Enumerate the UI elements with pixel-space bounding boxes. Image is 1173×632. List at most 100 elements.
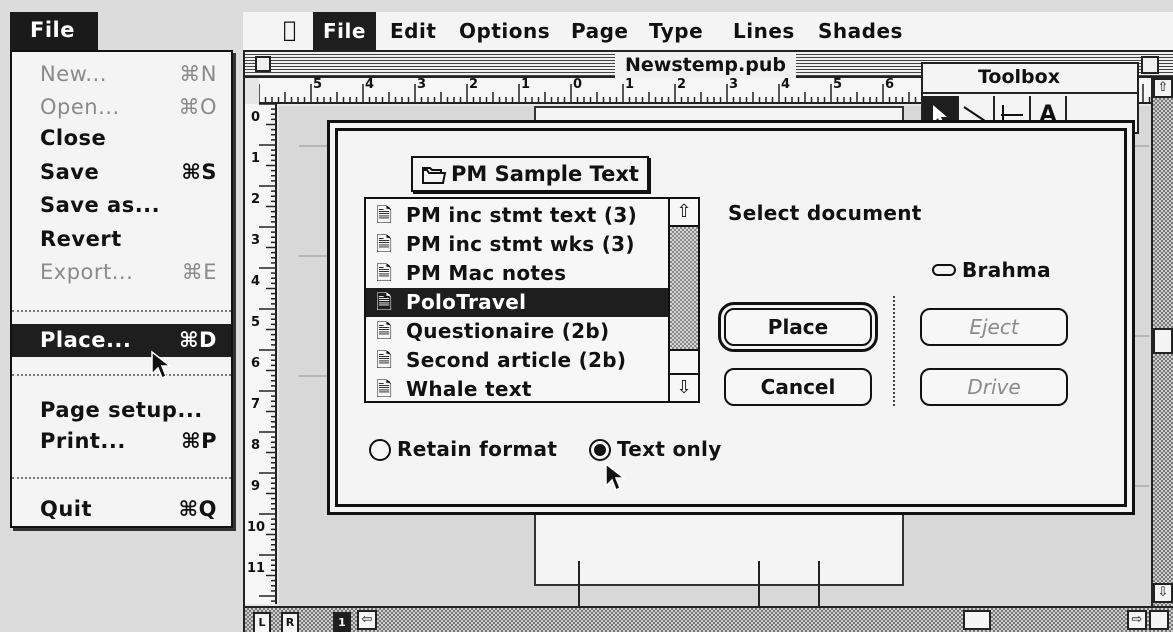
- file-list-item[interactable]: 🗎 Whale text: [366, 375, 672, 401]
- text-only-label[interactable]: Text only: [617, 437, 722, 461]
- menubar-item-lines[interactable]: Lines: [723, 12, 805, 50]
- ruler-label: 5: [251, 315, 261, 330]
- eject-button[interactable]: Eject: [920, 308, 1068, 346]
- scroll-up-arrow-icon[interactable]: ⇧: [1153, 78, 1173, 98]
- ruler-label: 3: [729, 77, 739, 92]
- apple-icon[interactable]: : [273, 12, 307, 50]
- arrow-cursor-icon: [150, 350, 173, 385]
- menubar-item-page[interactable]: Page: [561, 12, 639, 50]
- arrow-cursor-icon: [604, 462, 627, 497]
- menu-item-place[interactable]: Place... ⌘D: [12, 324, 231, 357]
- menubar-item-file[interactable]: File: [313, 12, 376, 50]
- menu-item-new: New... ⌘N: [12, 58, 231, 91]
- ruler-label: 5: [313, 77, 323, 92]
- place-button[interactable]: Place: [718, 302, 878, 352]
- file-name: PM Mac notes: [406, 261, 567, 285]
- menu-item-label: Revert: [40, 227, 122, 251]
- folder-popup[interactable]: PM Sample Text: [411, 156, 649, 192]
- menubar-item-options[interactable]: Options: [449, 12, 560, 50]
- vertical-ruler[interactable]: 0 1 2 3 4 5 6 7 8 9 10 11: [245, 104, 277, 604]
- drive-button[interactable]: Drive: [920, 368, 1068, 406]
- menu-item-close[interactable]: Close: [12, 122, 231, 155]
- retain-format-radio[interactable]: [369, 439, 391, 461]
- menu-item-label: Export...: [40, 260, 134, 284]
- ruler-label: 0: [251, 110, 261, 125]
- menu-item-quit[interactable]: Quit ⌘Q: [12, 493, 231, 526]
- file-list-item[interactable]: 🗎 Questionaire (2b): [366, 317, 672, 346]
- ruler-label: 2: [251, 192, 261, 207]
- toolbox-title-bar[interactable]: Toolbox: [923, 64, 1137, 94]
- page-tab-current[interactable]: 1: [333, 612, 351, 632]
- menu-item-shortcut: ⌘E: [181, 260, 217, 284]
- vertical-scrollbar[interactable]: ⇧ ⇩: [1151, 78, 1173, 608]
- horizontal-scrollbar[interactable]: L R 1 ⇦ ⇨: [245, 606, 1173, 632]
- menu-item-revert[interactable]: Revert: [12, 223, 231, 256]
- ruler-label: 0: [573, 77, 583, 92]
- ruler-label: 9: [251, 479, 261, 494]
- ruler-label: 5: [833, 77, 843, 92]
- ruler-label: 6: [885, 77, 895, 92]
- file-list-item[interactable]: 🗎 Second article (2b): [366, 346, 672, 375]
- ruler-label: 2: [677, 77, 687, 92]
- menu-separator: [12, 477, 231, 479]
- menubar-item-edit[interactable]: Edit: [380, 12, 446, 50]
- page-tab-left[interactable]: L: [253, 612, 271, 632]
- scroll-down-arrow-icon[interactable]: ⇩: [1153, 583, 1173, 603]
- disk-icon: [932, 264, 956, 276]
- page-tab-right[interactable]: R: [281, 612, 299, 632]
- close-box-icon[interactable]: [255, 56, 271, 72]
- cancel-button[interactable]: Cancel: [724, 368, 872, 406]
- text-only-radio[interactable]: [589, 439, 611, 461]
- menu-item-save-as[interactable]: Save as...: [12, 189, 231, 222]
- scroll-up-arrow-icon[interactable]: ⇧: [670, 199, 698, 227]
- menu-separator: [12, 374, 231, 376]
- ruler-label: 4: [251, 274, 261, 289]
- file-menu-title[interactable]: File: [10, 12, 98, 50]
- ruler-label: 4: [365, 77, 375, 92]
- menu-item-label: Page setup...: [40, 398, 203, 422]
- menu-item-page-setup[interactable]: Page setup...: [12, 394, 231, 427]
- scroll-down-arrow-icon[interactable]: ⇩: [670, 373, 698, 401]
- document-icon: 🗎: [376, 290, 393, 314]
- menu-item-save[interactable]: Save ⌘S: [12, 156, 231, 189]
- scroll-thumb[interactable]: [1153, 328, 1173, 354]
- menu-separator: [12, 310, 231, 312]
- ruler-label: 1: [625, 77, 635, 92]
- menubar-item-type[interactable]: Type: [639, 12, 713, 50]
- file-list-item[interactable]: 🗎 PM inc stmt text (3): [366, 201, 672, 230]
- file-name: Questionaire (2b): [406, 319, 610, 343]
- ruler-label: 7: [251, 397, 261, 412]
- menu-bar:  File Edit Options Page Type Lines Shad…: [243, 12, 1173, 52]
- scroll-left-arrow-icon[interactable]: ⇦: [357, 610, 377, 630]
- disk-name: Brahma: [962, 258, 1051, 282]
- document-icon: 🗎: [376, 348, 393, 372]
- document-icon: 🗎: [376, 377, 393, 401]
- file-list-scrollbar[interactable]: ⇧ ⇩: [668, 199, 698, 401]
- menubar-item-shades[interactable]: Shades: [808, 12, 913, 50]
- select-document-heading: Select document: [728, 201, 922, 225]
- menu-item-print[interactable]: Print... ⌘P: [12, 425, 231, 458]
- menu-item-label: Save as...: [40, 193, 161, 217]
- file-name: Second article (2b): [406, 348, 627, 372]
- grow-box-icon[interactable]: [1149, 610, 1169, 630]
- menu-item-shortcut: ⌘Q: [178, 497, 217, 521]
- file-list-item[interactable]: 🗎 PM inc stmt wks (3): [366, 230, 672, 259]
- menu-item-label: Print...: [40, 429, 126, 453]
- ruler-label: 1: [521, 77, 531, 92]
- retain-format-label[interactable]: Retain format: [397, 437, 557, 461]
- file-list[interactable]: 🗎 PM inc stmt text (3) 🗎 PM inc stmt wks…: [364, 197, 700, 403]
- file-list-item[interactable]: 🗎 PM Mac notes: [366, 259, 672, 288]
- scroll-thumb[interactable]: [963, 610, 991, 630]
- ruler-label: 3: [251, 233, 261, 248]
- document-icon: 🗎: [376, 261, 393, 285]
- scroll-right-arrow-icon[interactable]: ⇨: [1127, 610, 1147, 630]
- file-name: PM inc stmt wks (3): [406, 232, 635, 256]
- menu-item-shortcut: ⌘O: [178, 95, 217, 119]
- menu-item-shortcut: ⌘P: [181, 429, 217, 453]
- zoom-box-icon[interactable]: [1141, 56, 1159, 74]
- scroll-thumb[interactable]: [670, 349, 698, 375]
- ruler-label: 2: [469, 77, 479, 92]
- file-list-item-selected[interactable]: 🗎 PoloTravel: [366, 288, 672, 317]
- file-name: PM inc stmt text (3): [406, 203, 638, 227]
- ruler-label: 4: [781, 77, 791, 92]
